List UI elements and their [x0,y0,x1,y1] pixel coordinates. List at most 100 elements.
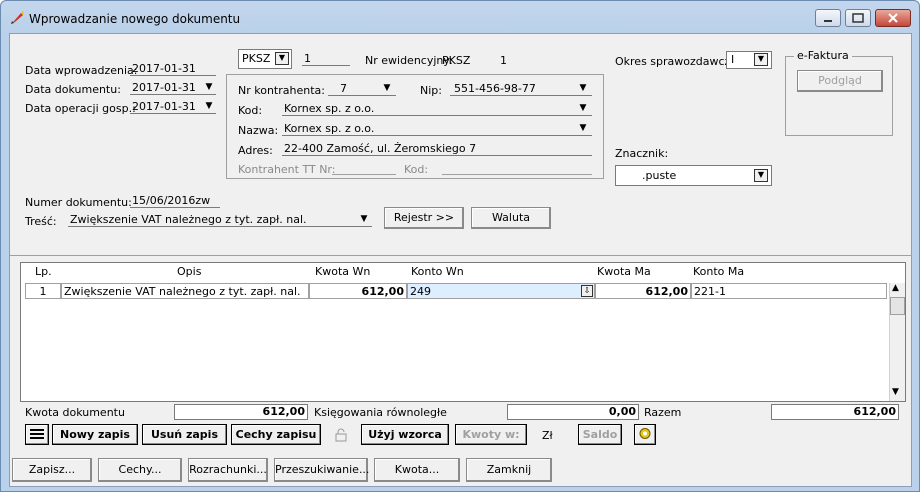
kod-field[interactable]: Kornex sp. z o.o. [282,102,592,116]
maximize-icon [852,13,864,23]
efaktura-label: e-Faktura [794,49,852,62]
search-button[interactable]: Przeszukiwanie... [274,458,369,482]
list-icon [30,429,44,439]
contractor-nr-label: Nr kontrahenta: [238,84,325,97]
list-toggle-button[interactable] [25,424,49,445]
nip-label: Nip: [420,84,442,97]
entry-date-label: Data wprowadzenia: [25,64,138,77]
parallel-label: Księgowania równoległe [314,406,447,419]
save-button[interactable]: Zapisz... [12,458,92,482]
content-field[interactable]: Zwiększenie VAT należnego z tyt. zapł. n… [68,213,372,227]
content-dropdown-icon[interactable] [357,214,371,227]
contractor-nr-dropdown-icon[interactable] [380,83,394,96]
register-button[interactable]: Rejestr >> [384,207,464,229]
operation-date-label: Data operacji gosp.: [25,102,136,115]
col-opis-header: Opis [177,265,202,278]
delete-entry-button[interactable]: Usuń zapis [142,424,227,445]
entries-grid[interactable]: Lp. Opis Kwota Wn Konto Wn Kwota Ma Kont… [20,262,906,402]
settlements-button[interactable]: Rozrachunki... [188,458,268,482]
grid-scrollbar[interactable]: ▲ ▼ [889,283,905,401]
doc-type-value: PKSZ [242,52,271,65]
row-kwota-wn-cell[interactable]: 612,00 [309,283,407,299]
col-kwota-ma-header: Kwota Ma [597,265,651,278]
title-bar: Wprowadzanie nowego dokumentu [1,1,919,33]
row-opis-cell[interactable]: Zwiększenie VAT należnego z tyt. zapł. n… [61,283,309,299]
pen-icon [11,11,24,24]
operation-date-dropdown-icon[interactable] [202,101,216,114]
close-button[interactable]: Zamknij [466,458,552,482]
gear-icon [639,428,651,439]
currency-button[interactable]: Waluta [471,207,551,229]
lock-icon[interactable] [334,428,348,442]
divider [10,255,911,256]
tt-label: Kontrahent TT Nr: [238,163,336,176]
col-lp-header: Lp. [35,265,52,278]
nazwa-label: Nazwa: [238,124,279,137]
minimize-icon [824,20,832,22]
konto-wn-lookup-icon[interactable]: ⇩ [581,285,593,297]
doc-number-label: Numer dokumentu: [25,196,132,209]
main-window: Wprowadzanie nowego dokumentu Data wprow… [0,0,920,492]
col-konto-ma-header: Konto Ma [693,265,745,278]
adres-field[interactable]: 22-400 Zamość, ul. Żeromskiego 7 [282,142,592,156]
doc-type-dropdown-icon[interactable] [275,52,289,65]
entry-date-value: 2017-01-31 [130,62,216,76]
window-title: Wprowadzanie nowego dokumentu [29,12,241,26]
marker-label: Znacznik: [615,147,669,160]
register-code: PKSZ [442,54,471,67]
close-window-button[interactable] [875,9,911,27]
marker-dropdown-icon[interactable] [754,169,768,182]
kod-dropdown-icon[interactable] [576,103,590,116]
period-dropdown-icon[interactable] [754,53,768,66]
tt-number-field [332,161,396,175]
use-template-button[interactable]: Użyj wzorca [361,424,449,445]
amount-button[interactable]: Kwota... [374,458,460,482]
minimize-button[interactable] [815,9,841,27]
doc-number-field[interactable]: 1 [302,52,350,66]
doc-amount-value: 612,00 [174,404,308,420]
currency-code: Zł [542,429,553,442]
dialog-client-area: Data wprowadzenia: 2017-01-31 Data dokum… [9,33,912,487]
balance-button[interactable]: Saldo [578,424,622,445]
scroll-down-icon[interactable]: ▼ [892,387,899,397]
document-date-label: Data dokumentu: [25,83,121,96]
nazwa-field[interactable]: Kornex sp. z o.o. [282,122,592,136]
settings-button[interactable] [634,424,656,445]
scroll-up-icon[interactable]: ▲ [892,283,899,293]
marker-select[interactable]: .puste [615,165,772,186]
features-button[interactable]: Cechy... [98,458,182,482]
register-number-value: 1 [500,54,507,67]
entry-features-button[interactable]: Cechy zapisu [231,424,321,445]
adres-label: Adres: [238,144,273,157]
efaktura-group [785,56,893,136]
preview-button[interactable]: Podgląd [797,70,883,92]
period-value: I [731,53,735,66]
period-label: Okres sprawozdawczy: [615,55,740,68]
nip-field[interactable]: 551-456-98-77 [450,82,592,96]
parallel-value: 0,00 [507,404,639,420]
total-label: Razem [644,406,682,419]
new-entry-button[interactable]: Nowy zapis [52,424,138,445]
tt-kod-field [442,161,592,175]
amounts-in-button[interactable]: Kwoty w: [455,424,527,445]
close-icon [888,13,898,23]
tt-kod-label: Kod: [404,163,429,176]
row-lp-cell[interactable]: 1 [25,283,61,299]
row-kwota-ma-cell[interactable]: 612,00 [595,283,691,299]
row-konto-wn-cell[interactable]: 249 [407,283,595,299]
total-value: 612,00 [771,404,899,420]
content-label: Treść: [25,215,57,228]
register-number-label: Nr ewidencyjny: [365,54,453,67]
document-date-dropdown-icon[interactable] [202,82,216,95]
scroll-thumb[interactable] [890,297,905,315]
row-konto-ma-cell[interactable]: 221-1 [691,283,887,299]
col-konto-wn-header: Konto Wn [411,265,464,278]
kod-label: Kod: [238,104,263,117]
maximize-button[interactable] [845,9,871,27]
col-kwota-wn-header: Kwota Wn [315,265,371,278]
doc-number-value-field[interactable]: 15/06/2016zw [130,194,220,208]
doc-amount-label: Kwota dokumentu [25,406,125,419]
nazwa-dropdown-icon[interactable] [576,123,590,136]
marker-value: .puste [642,169,677,182]
nip-dropdown-icon[interactable] [576,83,590,96]
